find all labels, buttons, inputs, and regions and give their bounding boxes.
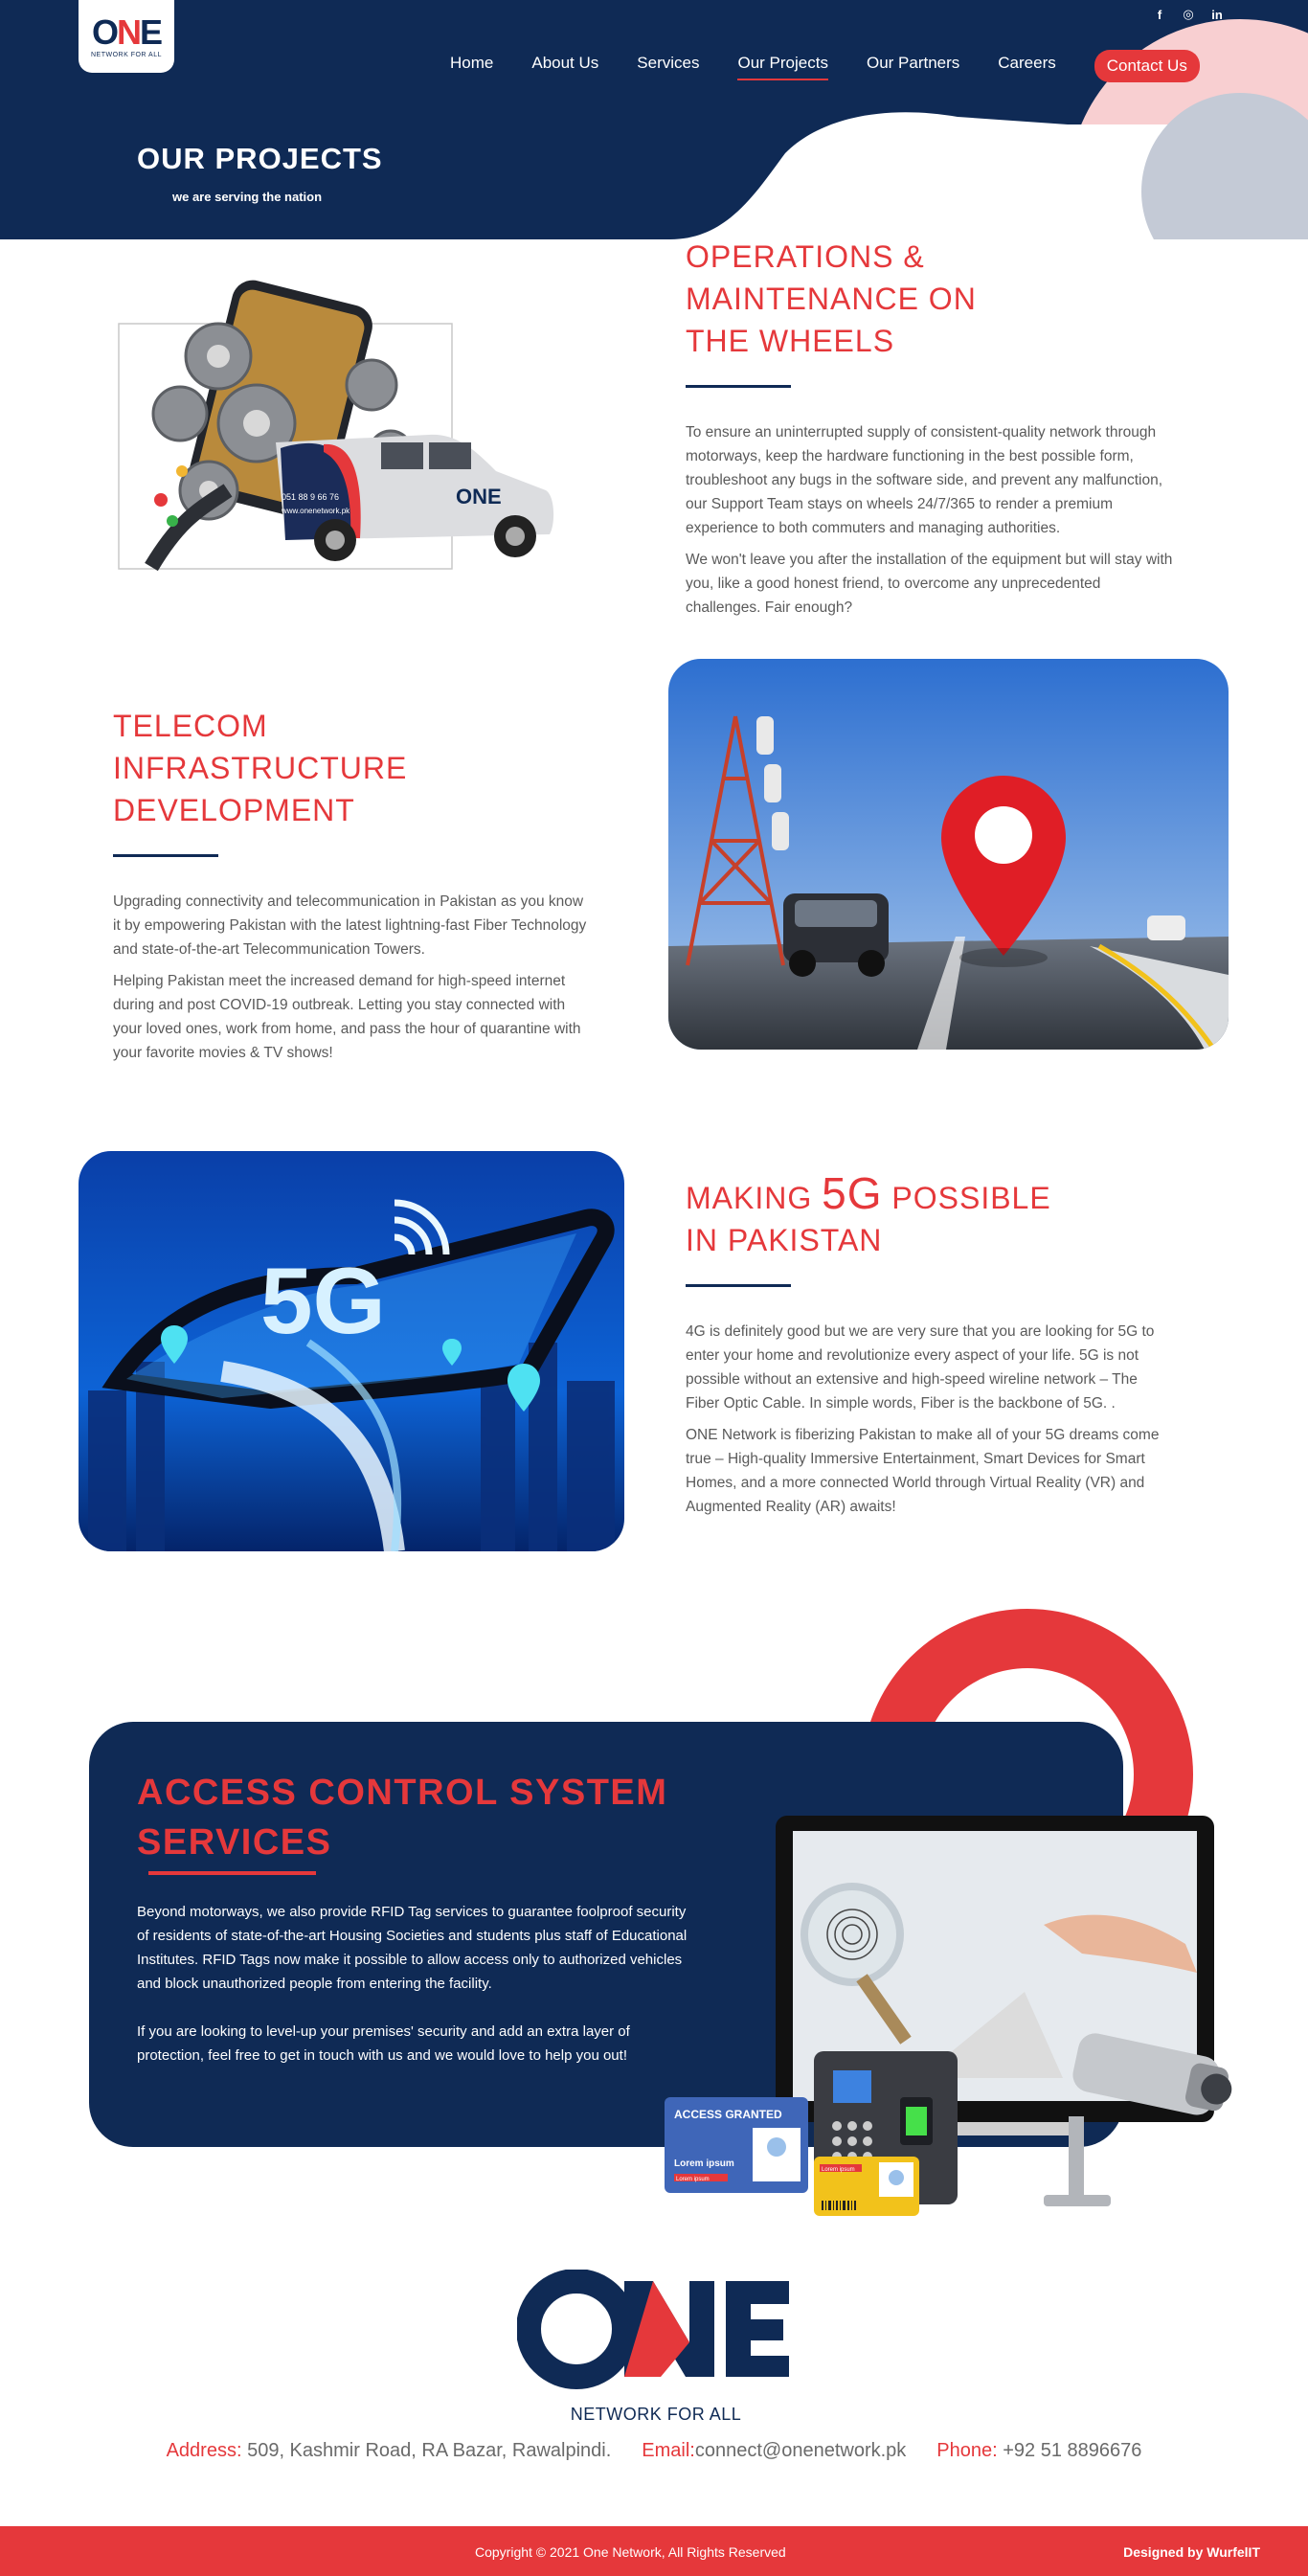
project-paragraph: 4G is definitely good but we are very su… bbox=[686, 1323, 1155, 1412]
card2-sub-text: Lorem ipsum bbox=[822, 2167, 855, 2173]
address-value: 509, Kashmir Road, RA Bazar, Rawalpindi. bbox=[247, 2440, 612, 2461]
project-5g-text: MAKING 5G POSSIBLE IN PAKISTAN 4G is def… bbox=[686, 1171, 1184, 1526]
title-prefix: MAKING bbox=[686, 1181, 823, 1215]
address-label: Address: bbox=[166, 2440, 242, 2461]
footer-bar: Copyright © 2021 One Network, All Rights… bbox=[0, 2526, 1308, 2576]
project-paragraph: To ensure an uninterrupted supply of con… bbox=[686, 424, 1163, 536]
nav-our-projects[interactable]: Our Projects bbox=[737, 54, 829, 80]
project-paragraph: Upgrading connectivity and telecommunica… bbox=[113, 893, 587, 958]
access-title: ACCESS CONTROL SYSTEM SERVICES bbox=[137, 1768, 711, 1867]
designed-by-link[interactable]: Designed by WurfelIT bbox=[1123, 2544, 1260, 2560]
footer-logo-tagline: NETWORK FOR ALL bbox=[570, 2405, 742, 2424]
5g-city-image: 5G bbox=[79, 1151, 624, 1551]
card-name-text: Lorem ipsum bbox=[674, 2158, 734, 2169]
page-subtitle: we are serving the nation bbox=[172, 190, 323, 204]
address-item: Address: 509, Kashmir Road, RA Bazar, Ra… bbox=[167, 2440, 612, 2462]
project-telecom-text: TELECOM INFRASTRUCTURE DEVELOPMENT Upgra… bbox=[113, 705, 611, 1073]
telecom-tower-image bbox=[668, 659, 1229, 1050]
access-underline bbox=[148, 1871, 316, 1875]
nav-careers[interactable]: Careers bbox=[998, 54, 1055, 79]
logo-tagline: NETWORK FOR ALL bbox=[90, 51, 162, 58]
title-suffix: POSSIBLE bbox=[882, 1181, 1051, 1215]
access-title-line2: SERVICES bbox=[137, 1822, 332, 1863]
nav-about-us[interactable]: About Us bbox=[531, 54, 598, 79]
nav-services[interactable]: Services bbox=[637, 54, 699, 79]
contact-us-button[interactable]: Contact Us bbox=[1094, 50, 1200, 82]
social-links: f ◎ in bbox=[1151, 6, 1226, 23]
title-underline bbox=[686, 1284, 791, 1287]
footer-logo: NETWORK FOR ALL bbox=[516, 2269, 795, 2425]
van-url: www.onenetwork.pk bbox=[281, 507, 350, 515]
page-title: OUR PROJECTS bbox=[137, 142, 383, 175]
instagram-icon[interactable]: ◎ bbox=[1180, 6, 1197, 23]
main-nav: Home About Us Services Our Projects Our … bbox=[450, 50, 1200, 82]
logo-mark: ONE bbox=[91, 11, 163, 52]
site-header: ONE NETWORK FOR ALL f ◎ in Home About Us… bbox=[0, 0, 1308, 239]
site-logo[interactable]: ONE NETWORK FOR ALL bbox=[79, 0, 174, 73]
project-illustration-van: ONE 051 88 9 66 76 www.onenetwork.pk bbox=[113, 270, 563, 576]
access-control-illustration: ACCESS GRANTED Lorem ipsum Lorem ipsum L… bbox=[661, 1810, 1254, 2231]
project-title: OPERATIONS & MAINTENANCE ON THE WHEELS bbox=[686, 239, 977, 358]
project-title: TELECOM INFRASTRUCTURE DEVELOPMENT bbox=[113, 709, 408, 827]
nav-home[interactable]: Home bbox=[450, 54, 493, 79]
title-5g: 5G bbox=[822, 1168, 883, 1218]
title-underline bbox=[113, 854, 218, 857]
svg-text:ONE: ONE bbox=[456, 485, 502, 508]
project-paragraph: Helping Pakistan meet the increased dema… bbox=[113, 973, 581, 1061]
access-paragraph: Beyond motorways, we also provide RFID T… bbox=[137, 1904, 688, 1992]
project-operations-text: OPERATIONS & MAINTENANCE ON THE WHEELS T… bbox=[686, 236, 1184, 627]
title-underline bbox=[686, 385, 791, 388]
project-title: MAKING 5G POSSIBLE IN PAKISTAN bbox=[686, 1171, 1126, 1261]
project-paragraph: ONE Network is fiberizing Pakistan to ma… bbox=[686, 1427, 1160, 1515]
facebook-icon[interactable]: f bbox=[1151, 6, 1168, 23]
van-phone: 051 88 9 66 76 bbox=[282, 492, 339, 502]
title-line2: IN PAKISTAN bbox=[686, 1223, 883, 1257]
card-sub-text: Lorem ipsum bbox=[676, 2177, 710, 2182]
copyright-text: Copyright © 2021 One Network, All Rights… bbox=[475, 2544, 786, 2560]
access-paragraph: If you are looking to level-up your prem… bbox=[137, 2023, 630, 2064]
phone-item[interactable]: Phone: +92 51 8896676 bbox=[936, 2440, 1141, 2462]
access-title-line1: ACCESS CONTROL SYSTEM bbox=[137, 1773, 668, 1813]
nav-our-partners[interactable]: Our Partners bbox=[867, 54, 959, 79]
access-text: ACCESS CONTROL SYSTEM SERVICES Beyond mo… bbox=[137, 1768, 711, 2068]
5g-graphic-label: 5G bbox=[260, 1248, 386, 1353]
contact-info: Address: 509, Kashmir Road, RA Bazar, Ra… bbox=[0, 2440, 1308, 2462]
email-item[interactable]: Email:connect@onenetwork.pk bbox=[642, 2440, 906, 2462]
phone-value[interactable]: +92 51 8896676 bbox=[1003, 2440, 1141, 2461]
email-label: Email: bbox=[642, 2440, 695, 2461]
phone-label: Phone: bbox=[936, 2440, 998, 2461]
linkedin-icon[interactable]: in bbox=[1208, 6, 1226, 23]
card-header-text: ACCESS GRANTED bbox=[674, 2108, 782, 2121]
project-paragraph: We won't leave you after the installatio… bbox=[686, 552, 1173, 616]
footer-logo-mark bbox=[516, 2269, 789, 2389]
email-value[interactable]: connect@onenetwork.pk bbox=[695, 2440, 906, 2461]
